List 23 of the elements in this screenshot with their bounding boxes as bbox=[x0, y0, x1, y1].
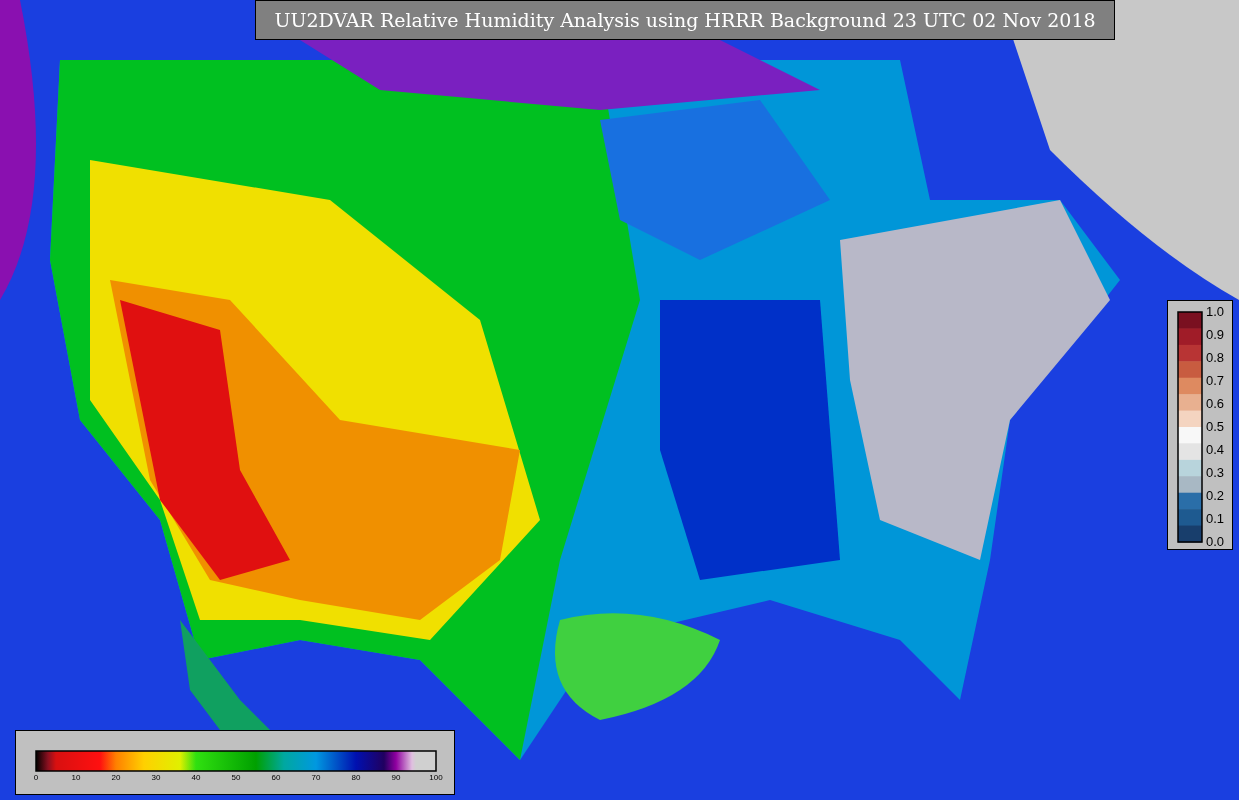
tick-label: 0.2 bbox=[1206, 489, 1225, 503]
tick-label: 30 bbox=[151, 773, 161, 783]
tick-label: 0.1 bbox=[1206, 512, 1225, 526]
tick-label: 40 bbox=[191, 773, 201, 783]
tick-label: 1.0 bbox=[1206, 305, 1225, 319]
tick-label: 80 bbox=[351, 773, 361, 783]
tick-label: 50 bbox=[231, 773, 241, 783]
tick-label: 0.6 bbox=[1206, 397, 1225, 411]
tick-label: 20 bbox=[111, 773, 121, 783]
tick-label: 0 bbox=[33, 773, 39, 783]
tick-label: 10 bbox=[71, 773, 81, 783]
tick-label: 0.3 bbox=[1206, 466, 1225, 480]
map-title: UU2DVAR Relative Humidity Analysis using HRRR Background 23 UTC 02 Nov 2018 bbox=[255, 0, 1115, 40]
tick-label: 60 bbox=[271, 773, 281, 783]
tick-label: 0.8 bbox=[1206, 351, 1225, 365]
tick-label: 90 bbox=[391, 773, 401, 783]
tick-label: 0.7 bbox=[1206, 374, 1225, 388]
tick-label: 0.4 bbox=[1206, 443, 1225, 457]
tick-label: 70 bbox=[311, 773, 321, 783]
tick-label: 0.9 bbox=[1206, 328, 1225, 342]
tick-label: 0.0 bbox=[1206, 535, 1225, 549]
tick-label: 0.5 bbox=[1206, 420, 1225, 434]
tick-label: 100 bbox=[429, 773, 443, 783]
